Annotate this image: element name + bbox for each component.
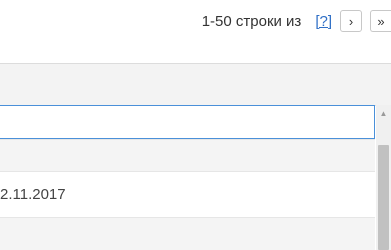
- grid-header-row[interactable]: [0, 64, 391, 106]
- pagination-range-text: 1-50 строки из: [201, 12, 302, 30]
- table-row[interactable]: [0, 139, 375, 172]
- table-row[interactable]: 2.11.2017: [0, 172, 375, 218]
- data-grid: 2.11.2017 ▲: [0, 63, 391, 250]
- date-cell: 2.11.2017: [0, 186, 66, 203]
- chevron-right-icon: ›: [348, 13, 354, 29]
- pagination-bar: 1-50 строки из [?] › »: [202, 6, 391, 36]
- double-chevron-right-icon: »: [377, 13, 385, 29]
- scrollbar-thumb[interactable]: [378, 145, 389, 250]
- grid-filter-input[interactable]: [0, 105, 375, 139]
- last-page-button[interactable]: »: [370, 10, 391, 32]
- next-page-button[interactable]: ›: [340, 10, 362, 32]
- table-row[interactable]: [0, 218, 375, 250]
- total-count-link[interactable]: [?]: [315, 13, 332, 30]
- scroll-up-arrow-icon[interactable]: ▲: [376, 105, 391, 121]
- vertical-scrollbar[interactable]: ▲: [376, 105, 391, 250]
